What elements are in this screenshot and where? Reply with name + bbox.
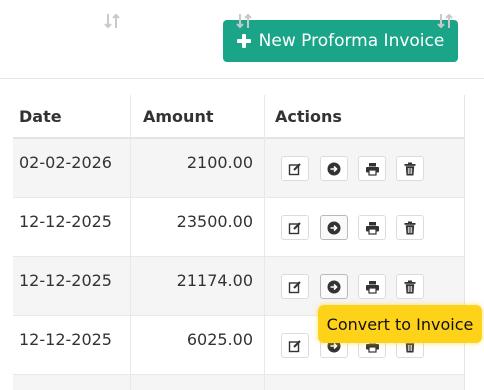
edit-button[interactable] [281,274,309,299]
column-header-amount-label: Amount [143,107,214,126]
row-divider [13,256,464,257]
print-icon [365,280,379,294]
trash-icon [404,280,416,293]
edit-icon [288,280,301,293]
convert-to-invoice-button[interactable] [320,215,348,240]
delete-button[interactable] [396,215,424,240]
arrow-right-circle-icon [327,280,341,293]
edit-icon [288,162,301,175]
print-icon [365,162,379,176]
date-cell: 12-12-2025 [19,271,112,290]
row-divider [13,197,464,198]
sort-icon[interactable] [437,12,453,30]
amount-cell: 2100.00 [186,153,253,172]
print-button[interactable] [358,215,386,240]
column-header-date-label: Date [19,107,62,126]
delete-button[interactable] [396,156,424,181]
plus-icon [236,34,251,48]
tooltip-text: Convert to Invoice [326,314,474,334]
amount-cell: 21174.00 [176,271,253,290]
column-header-date[interactable]: Date [13,95,131,138]
trash-icon [404,162,416,175]
table-right-border [464,95,465,390]
row-divider [13,374,464,375]
print-button[interactable] [358,274,386,299]
column-header-actions-label: Actions [275,107,342,126]
arrow-right-circle-icon [327,162,341,175]
edit-button[interactable] [281,215,309,240]
new-proforma-invoice-button[interactable]: New Proforma Invoice [223,20,458,62]
column-header-amount[interactable]: Amount [137,95,264,138]
amount-cell: 23500.00 [176,212,253,231]
amount-cell: 6025.00 [186,330,253,349]
sort-icon[interactable] [104,12,120,30]
arrow-right-circle-icon [327,221,341,234]
trash-icon [404,221,416,234]
delete-button[interactable] [396,274,424,299]
table-row [13,374,464,390]
column-divider [264,95,265,390]
convert-to-invoice-button[interactable] [320,274,348,299]
date-cell: 12-12-2025 [19,212,112,231]
toolbar-divider [0,78,484,79]
column-header-actions[interactable]: Actions [269,95,464,138]
convert-to-invoice-tooltip: Convert to Invoice [318,305,482,343]
print-button[interactable] [358,156,386,181]
convert-to-invoice-button[interactable] [320,156,348,181]
sort-icon[interactable] [236,12,252,30]
new-proforma-invoice-label: New Proforma Invoice [258,31,445,51]
edit-button[interactable] [281,333,309,358]
edit-icon [288,339,301,352]
date-cell: 02-02-2026 [19,153,112,172]
edit-icon [288,221,301,234]
edit-button[interactable] [281,156,309,181]
column-divider [130,95,131,390]
date-cell: 12-12-2025 [19,330,112,349]
print-icon [365,221,379,235]
